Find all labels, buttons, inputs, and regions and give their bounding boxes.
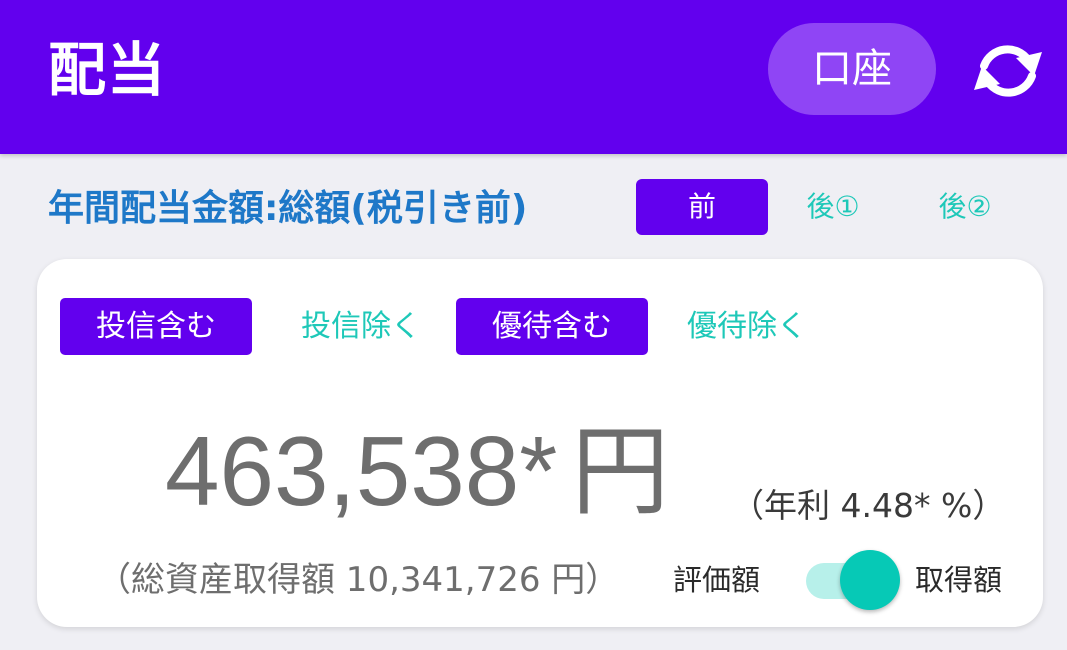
app-title: 配当 (48, 36, 167, 104)
dividend-amount-currency: 円 (571, 416, 670, 526)
dividend-amount: 463,538* 円 (165, 411, 669, 531)
tab-before-tax[interactable]: 前 (636, 179, 768, 235)
dividend-amount-value: 463,538* (165, 416, 558, 526)
toggle-thumb (840, 550, 900, 610)
app-bar: 配当 口座 (0, 0, 1067, 154)
section-title: 年間配当金額:総額(税引き前) (48, 188, 528, 229)
filter-include-benefits[interactable]: 優待含む (456, 298, 648, 355)
toggle-label-cost: 取得額 (915, 563, 1003, 597)
filter-exclude-benefits[interactable]: 優待除く (651, 298, 843, 355)
filter-include-funds[interactable]: 投信含む (60, 298, 252, 355)
annual-yield: （年利 4.48* %） (731, 486, 1006, 525)
total-assets-cost: （総資産取得額 10,341,726 円） (97, 560, 620, 600)
account-button[interactable]: 口座 (768, 23, 936, 115)
tab-after-tax-2[interactable]: 後② (910, 179, 1020, 235)
valuation-cost-toggle[interactable] (806, 550, 904, 612)
tab-after-tax-1[interactable]: 後① (778, 179, 888, 235)
toggle-label-valuation: 評価額 (673, 563, 761, 597)
refresh-icon[interactable] (970, 36, 1046, 106)
filter-exclude-funds[interactable]: 投信除く (265, 298, 457, 355)
dividend-summary-card: 投信含む 投信除く 優待含む 優待除く 463,538* 円 （年利 4.48* … (37, 259, 1043, 627)
